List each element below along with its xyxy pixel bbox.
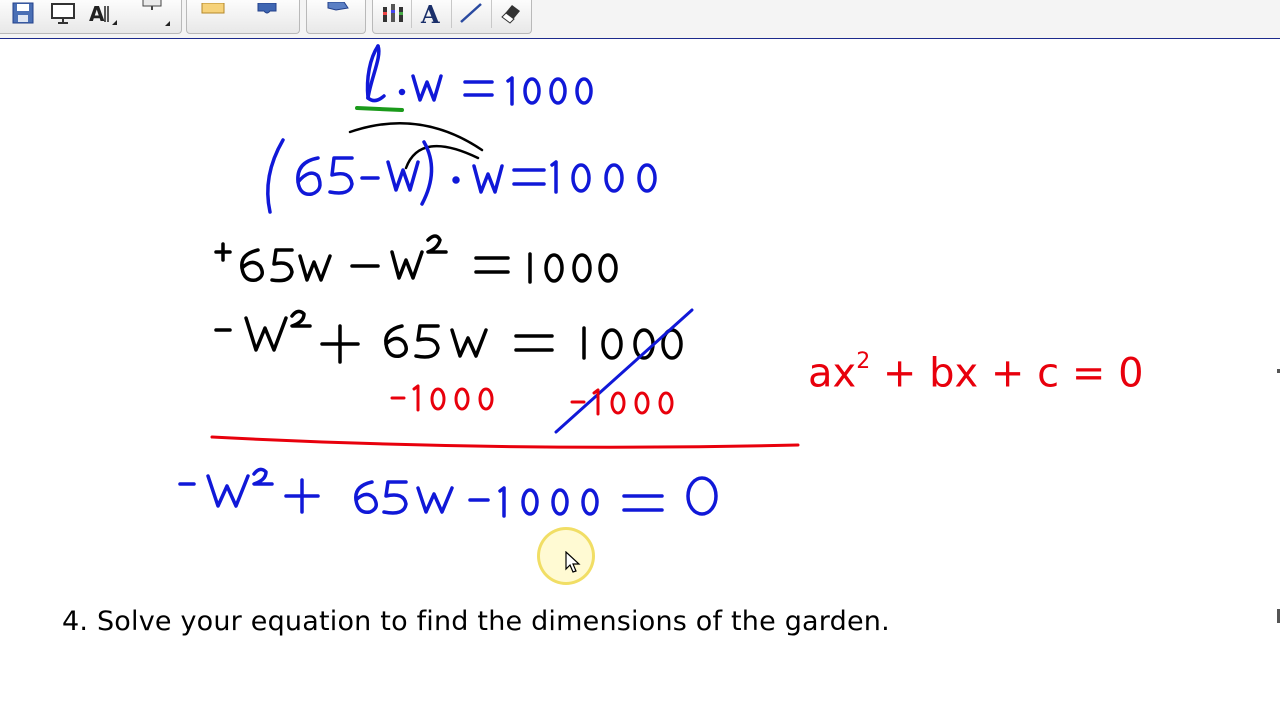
subtract-right <box>570 388 674 416</box>
underline-l <box>355 106 404 112</box>
toolbar-group-table <box>306 0 366 34</box>
arrows-distribute <box>348 122 484 170</box>
standard-form-a: ax <box>808 350 857 397</box>
subtract-left <box>390 384 494 412</box>
toolbar-group-insert <box>186 0 300 34</box>
sum-line <box>210 435 800 449</box>
standard-form-rest: + bx + c = 0 <box>870 350 1144 397</box>
handwriting-line-3 <box>214 234 618 284</box>
handwriting-line-4 <box>214 309 683 364</box>
standard-form-equation[interactable]: ax2 + bx + c = 0 <box>808 343 1144 396</box>
table-icon[interactable] <box>319 0 355 30</box>
toolbar-separator <box>491 0 492 28</box>
line-tool-icon[interactable] <box>453 0 489 30</box>
toolbar-group-tools: A <box>372 0 532 34</box>
mouse-pointer-icon <box>565 551 581 573</box>
pens-icon[interactable] <box>375 0 411 30</box>
spell-text-icon[interactable]: A <box>85 0 121 30</box>
display-icon[interactable] <box>135 0 171 30</box>
eraser-icon[interactable] <box>493 0 529 30</box>
whiteboard-canvas[interactable]: ax2 + bx + c = 0 4. Solve your equation … <box>0 39 1280 720</box>
spell-glyph: A <box>89 2 105 26</box>
standard-form-exponent: 2 <box>856 349 871 374</box>
puzzle-icon[interactable] <box>249 0 285 30</box>
text-tool-icon[interactable]: A <box>413 0 449 30</box>
text-tool-glyph: A <box>420 0 440 26</box>
screen-shade-icon[interactable] <box>45 0 81 30</box>
toolbar-group-file: A <box>0 0 182 34</box>
question-text[interactable]: 4. Solve your equation to find the dimen… <box>62 606 890 637</box>
handwriting-line-5 <box>178 467 718 518</box>
toolbar: A A <box>0 0 1280 39</box>
toolbar-separator <box>451 0 452 28</box>
cancel-strike <box>554 308 694 434</box>
envelope-icon[interactable] <box>195 0 231 30</box>
handwriting-line-1 <box>365 44 593 106</box>
save-icon[interactable] <box>5 0 41 30</box>
toolbar-separator <box>411 0 412 28</box>
